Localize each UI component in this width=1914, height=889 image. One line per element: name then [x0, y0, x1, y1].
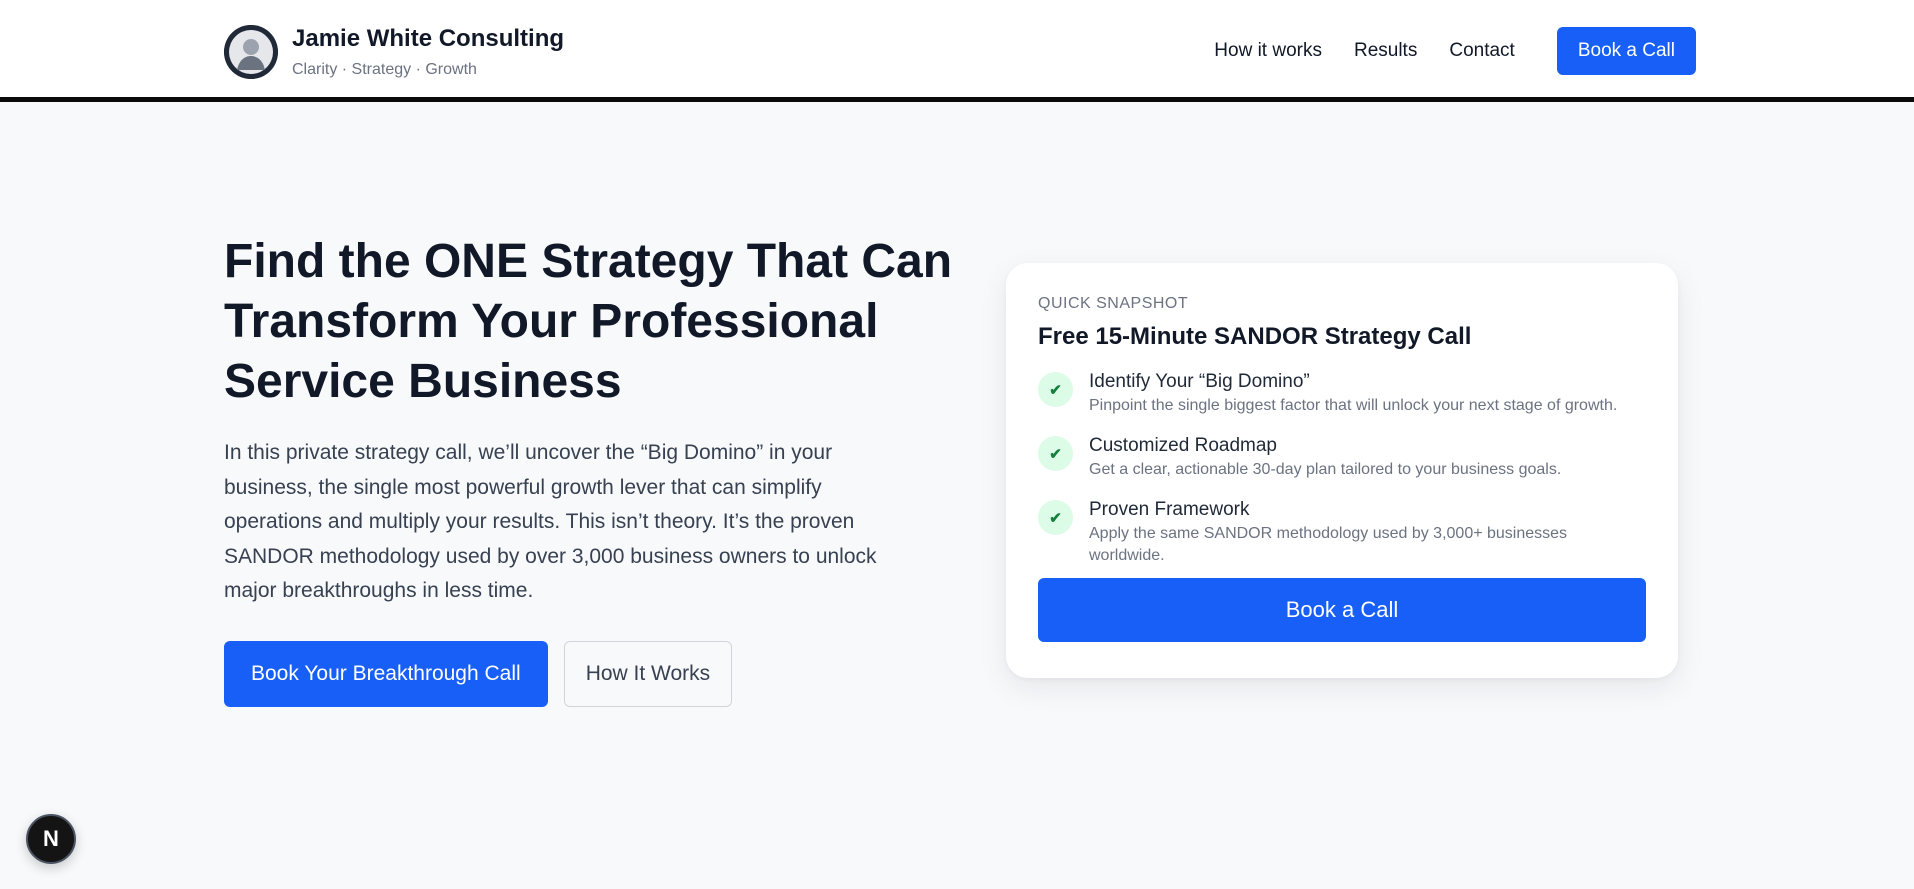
card-eyebrow: QUICK SNAPSHOT — [1038, 295, 1189, 312]
feature-item: ✔ Identify Your “Big Domino” Pinpoint th… — [1038, 370, 1646, 434]
hero-subtitle: In this private strategy call, we’ll unc… — [224, 441, 877, 602]
book-breakthrough-call-button[interactable]: Book Your Breakthrough Call — [224, 641, 548, 707]
brand-name: Jamie White Consulting — [292, 25, 565, 52]
nav-link-how-it-works[interactable]: How it works — [1214, 27, 1322, 75]
feature-item: ✔ Proven Framework Apply the same SANDOR… — [1038, 498, 1646, 564]
hero-title: Find the ONE Strategy That Can Transform… — [224, 235, 953, 408]
snapshot-card: QUICK SNAPSHOT Free 15-Minute SANDOR Str… — [1006, 263, 1678, 678]
card-title: Free 15-Minute SANDOR Strategy Call — [1038, 323, 1472, 350]
feature-description: Pinpoint the single biggest factor that … — [1089, 397, 1618, 414]
feature-text: Identify Your “Big Domino” Pinpoint the … — [1089, 370, 1617, 417]
feature-item: ✔ Customized Roadmap Get a clear, action… — [1038, 434, 1646, 498]
feature-text: Customized Roadmap Get a clear, actionab… — [1089, 434, 1561, 481]
feature-description: Get a clear, actionable 30-day plan tail… — [1089, 461, 1562, 478]
feature-title: Identify Your “Big Domino” — [1089, 371, 1310, 392]
brand-tagline: Clarity · Strategy · Growth — [292, 61, 477, 78]
how-it-works-button[interactable]: How It Works — [563, 641, 733, 707]
fab-glyph: N — [43, 826, 59, 851]
check-icon: ✔ — [1038, 500, 1073, 535]
site-header: Jamie White Consulting Clarity · Strateg… — [0, 0, 1914, 102]
book-call-nav-button[interactable]: Book a Call — [1556, 27, 1696, 75]
feature-description: Apply the same SANDOR methodology used b… — [1089, 525, 1568, 564]
nextjs-icon[interactable]: N — [26, 814, 76, 864]
book-call-card-button[interactable]: Book a Call — [1038, 578, 1646, 642]
feature-title: Proven Framework — [1089, 499, 1250, 520]
avatar-image — [224, 25, 278, 79]
feature-text: Proven Framework Apply the same SANDOR m… — [1089, 498, 1646, 567]
main-nav: How it works Results Contact Book a Call — [1214, 27, 1696, 75]
hero-actions: Book Your Breakthrough Call How It Works — [224, 641, 733, 707]
nav-link-contact[interactable]: Contact — [1449, 27, 1514, 75]
feature-list: ✔ Identify Your “Big Domino” Pinpoint th… — [1038, 370, 1646, 564]
check-icon: ✔ — [1038, 372, 1073, 407]
brand[interactable]: Jamie White Consulting Clarity · Strateg… — [224, 24, 564, 80]
feature-title: Customized Roadmap — [1089, 435, 1277, 456]
nav-link-results[interactable]: Results — [1354, 27, 1417, 75]
check-icon: ✔ — [1038, 436, 1073, 471]
brand-text: Jamie White Consulting Clarity · Strateg… — [292, 24, 564, 80]
avatar — [224, 25, 278, 79]
